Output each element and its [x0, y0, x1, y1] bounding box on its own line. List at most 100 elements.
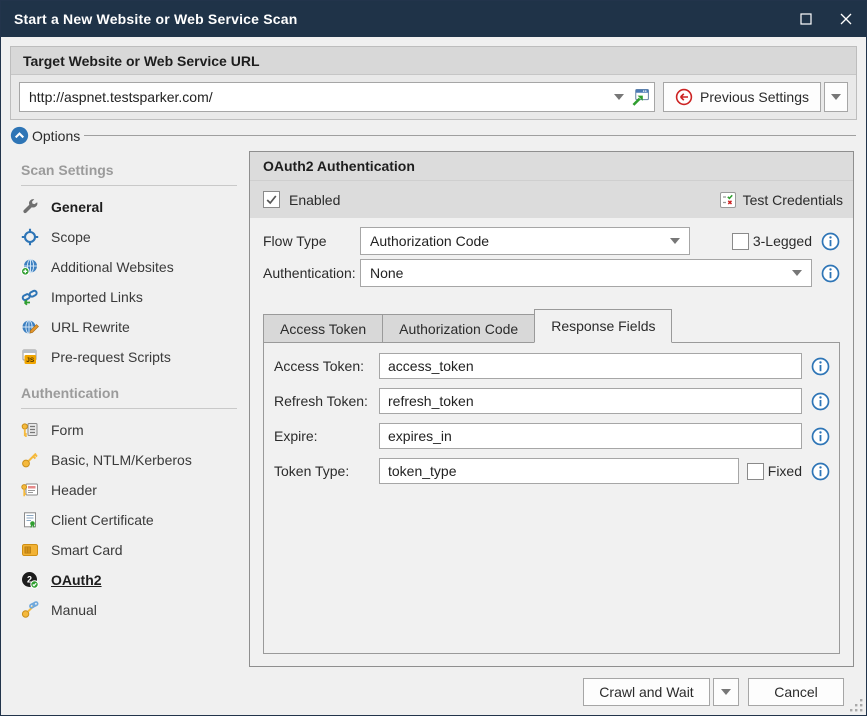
response-fields-tabpage: Access Token: Refresh Token:	[263, 342, 840, 654]
tab-response-fields[interactable]: Response Fields	[534, 309, 672, 343]
resize-grip[interactable]	[850, 699, 864, 713]
authentication-label: Authentication:	[263, 265, 360, 281]
maximize-icon	[800, 13, 812, 25]
enabled-label: Enabled	[289, 192, 340, 208]
dropdown-arrow-icon	[721, 689, 731, 695]
refresh-token-row: Refresh Token:	[274, 387, 830, 415]
window-title: Start a New Website or Web Service Scan	[14, 11, 298, 27]
oauth2-icon: 2	[21, 571, 39, 589]
sidebar-item-pre-request-scripts[interactable]: JS Pre-request Scripts	[16, 342, 249, 372]
key-form-icon	[21, 421, 39, 439]
refresh-token-label: Refresh Token:	[274, 393, 379, 409]
options-expander[interactable]: Options	[1, 122, 866, 149]
section-title-authentication: Authentication	[21, 385, 237, 409]
maximize-button[interactable]	[799, 12, 813, 26]
dialog-footer: Crawl and Wait Cancel	[1, 667, 866, 706]
flow-type-label: Flow Type	[263, 233, 360, 249]
sidebar-item-basic-ntlm-kerberos[interactable]: Basic, NTLM/Kerberos	[16, 445, 249, 475]
js-script-icon: JS	[21, 348, 39, 366]
new-scan-dialog: Start a New Website or Web Service Scan …	[0, 0, 867, 716]
sidebar-item-oauth2[interactable]: 2 OAuth2	[16, 565, 249, 595]
target-url-header: Target Website or Web Service URL	[11, 47, 856, 75]
sidebar-item-header[interactable]: Header	[16, 475, 249, 505]
flow-type-row: Flow Type Authorization Code 3-Legged	[263, 226, 840, 256]
target-url-input[interactable]	[29, 89, 607, 105]
info-icon[interactable]	[821, 264, 840, 283]
info-icon[interactable]	[821, 232, 840, 251]
fixed-label: Fixed	[768, 463, 802, 479]
close-icon	[840, 13, 852, 25]
refresh-token-input[interactable]	[379, 388, 802, 414]
token-type-input[interactable]	[379, 458, 739, 484]
previous-settings-icon	[675, 88, 693, 106]
three-legged-checkbox[interactable]	[732, 233, 749, 250]
close-button[interactable]	[839, 12, 853, 26]
globe-edit-icon	[21, 318, 39, 336]
checkmark-icon	[265, 193, 278, 206]
three-legged-label: 3-Legged	[753, 233, 812, 249]
sidebar-item-smart-card[interactable]: Smart Card	[16, 535, 249, 565]
sidebar-item-additional-websites[interactable]: Additional Websites	[16, 252, 249, 282]
oauth2-tabstrip: Access Token Authorization Code Response…	[263, 309, 840, 343]
settings-sidebar: Scan Settings General Scope	[1, 149, 249, 667]
info-icon[interactable]	[811, 427, 830, 446]
section-title-scan-settings: Scan Settings	[21, 162, 237, 186]
certificate-icon	[21, 511, 39, 529]
svg-text:JS: JS	[26, 357, 35, 364]
authentication-select[interactable]: None	[360, 259, 812, 287]
oauth2-panel: OAuth2 Authentication Enabled Test Crede…	[249, 151, 854, 667]
access-token-row: Access Token:	[274, 352, 830, 380]
sidebar-item-scope[interactable]: Scope	[16, 222, 249, 252]
target-url-group: Target Website or Web Service URL	[10, 46, 857, 120]
token-type-label: Token Type:	[274, 463, 379, 479]
wrench-icon	[21, 198, 39, 216]
sidebar-item-manual[interactable]: Manual	[16, 595, 249, 625]
access-token-input[interactable]	[379, 353, 802, 379]
cancel-button[interactable]: Cancel	[748, 678, 844, 706]
target-url-combobox[interactable]	[19, 82, 655, 112]
test-credentials-icon	[719, 191, 737, 209]
previous-settings-button[interactable]: Previous Settings	[663, 82, 821, 112]
sidebar-item-imported-links[interactable]: Imported Links	[16, 282, 249, 312]
access-token-label: Access Token:	[274, 358, 379, 374]
titlebar: Start a New Website or Web Service Scan	[1, 1, 866, 37]
key-window-icon	[21, 481, 39, 499]
info-icon[interactable]	[811, 357, 830, 376]
key-icon	[21, 451, 39, 469]
dropdown-arrow-icon	[670, 238, 680, 244]
test-credentials-button[interactable]: Test Credentials	[719, 191, 843, 209]
enabled-checkbox[interactable]	[263, 191, 280, 208]
options-divider	[84, 135, 856, 136]
imported-links-icon	[21, 288, 39, 306]
fixed-checkbox[interactable]	[747, 463, 764, 480]
sidebar-item-form[interactable]: Form	[16, 415, 249, 445]
url-dropdown-arrow-icon[interactable]	[614, 94, 624, 100]
expire-input[interactable]	[379, 423, 802, 449]
key-link-icon	[21, 601, 39, 619]
crawl-options-dropdown-button[interactable]	[713, 678, 739, 706]
tab-authorization-code[interactable]: Authorization Code	[382, 314, 535, 343]
crawl-and-wait-button[interactable]: Crawl and Wait	[583, 678, 710, 706]
collapse-chevron-icon[interactable]	[10, 126, 29, 145]
expire-label: Expire:	[274, 428, 379, 444]
dropdown-arrow-icon	[792, 270, 802, 276]
previous-settings-label: Previous Settings	[700, 89, 809, 105]
open-in-browser-icon[interactable]	[631, 88, 650, 107]
smart-card-icon	[21, 541, 39, 559]
options-label: Options	[32, 128, 80, 144]
authentication-row: Authentication: None	[263, 258, 840, 288]
info-icon[interactable]	[811, 462, 830, 481]
sidebar-item-general[interactable]: General	[16, 192, 249, 222]
dropdown-arrow-icon	[831, 94, 841, 100]
info-icon[interactable]	[811, 392, 830, 411]
tab-access-token[interactable]: Access Token	[263, 314, 383, 343]
panel-title: OAuth2 Authentication	[250, 152, 853, 181]
enabled-row: Enabled Test Credentials	[250, 181, 853, 218]
previous-settings-dropdown-button[interactable]	[824, 82, 848, 112]
flow-type-select[interactable]: Authorization Code	[360, 227, 690, 255]
token-type-row: Token Type: Fixed	[274, 457, 830, 485]
test-credentials-label: Test Credentials	[743, 192, 843, 208]
scope-icon	[21, 228, 39, 246]
sidebar-item-url-rewrite[interactable]: URL Rewrite	[16, 312, 249, 342]
sidebar-item-client-certificate[interactable]: Client Certificate	[16, 505, 249, 535]
